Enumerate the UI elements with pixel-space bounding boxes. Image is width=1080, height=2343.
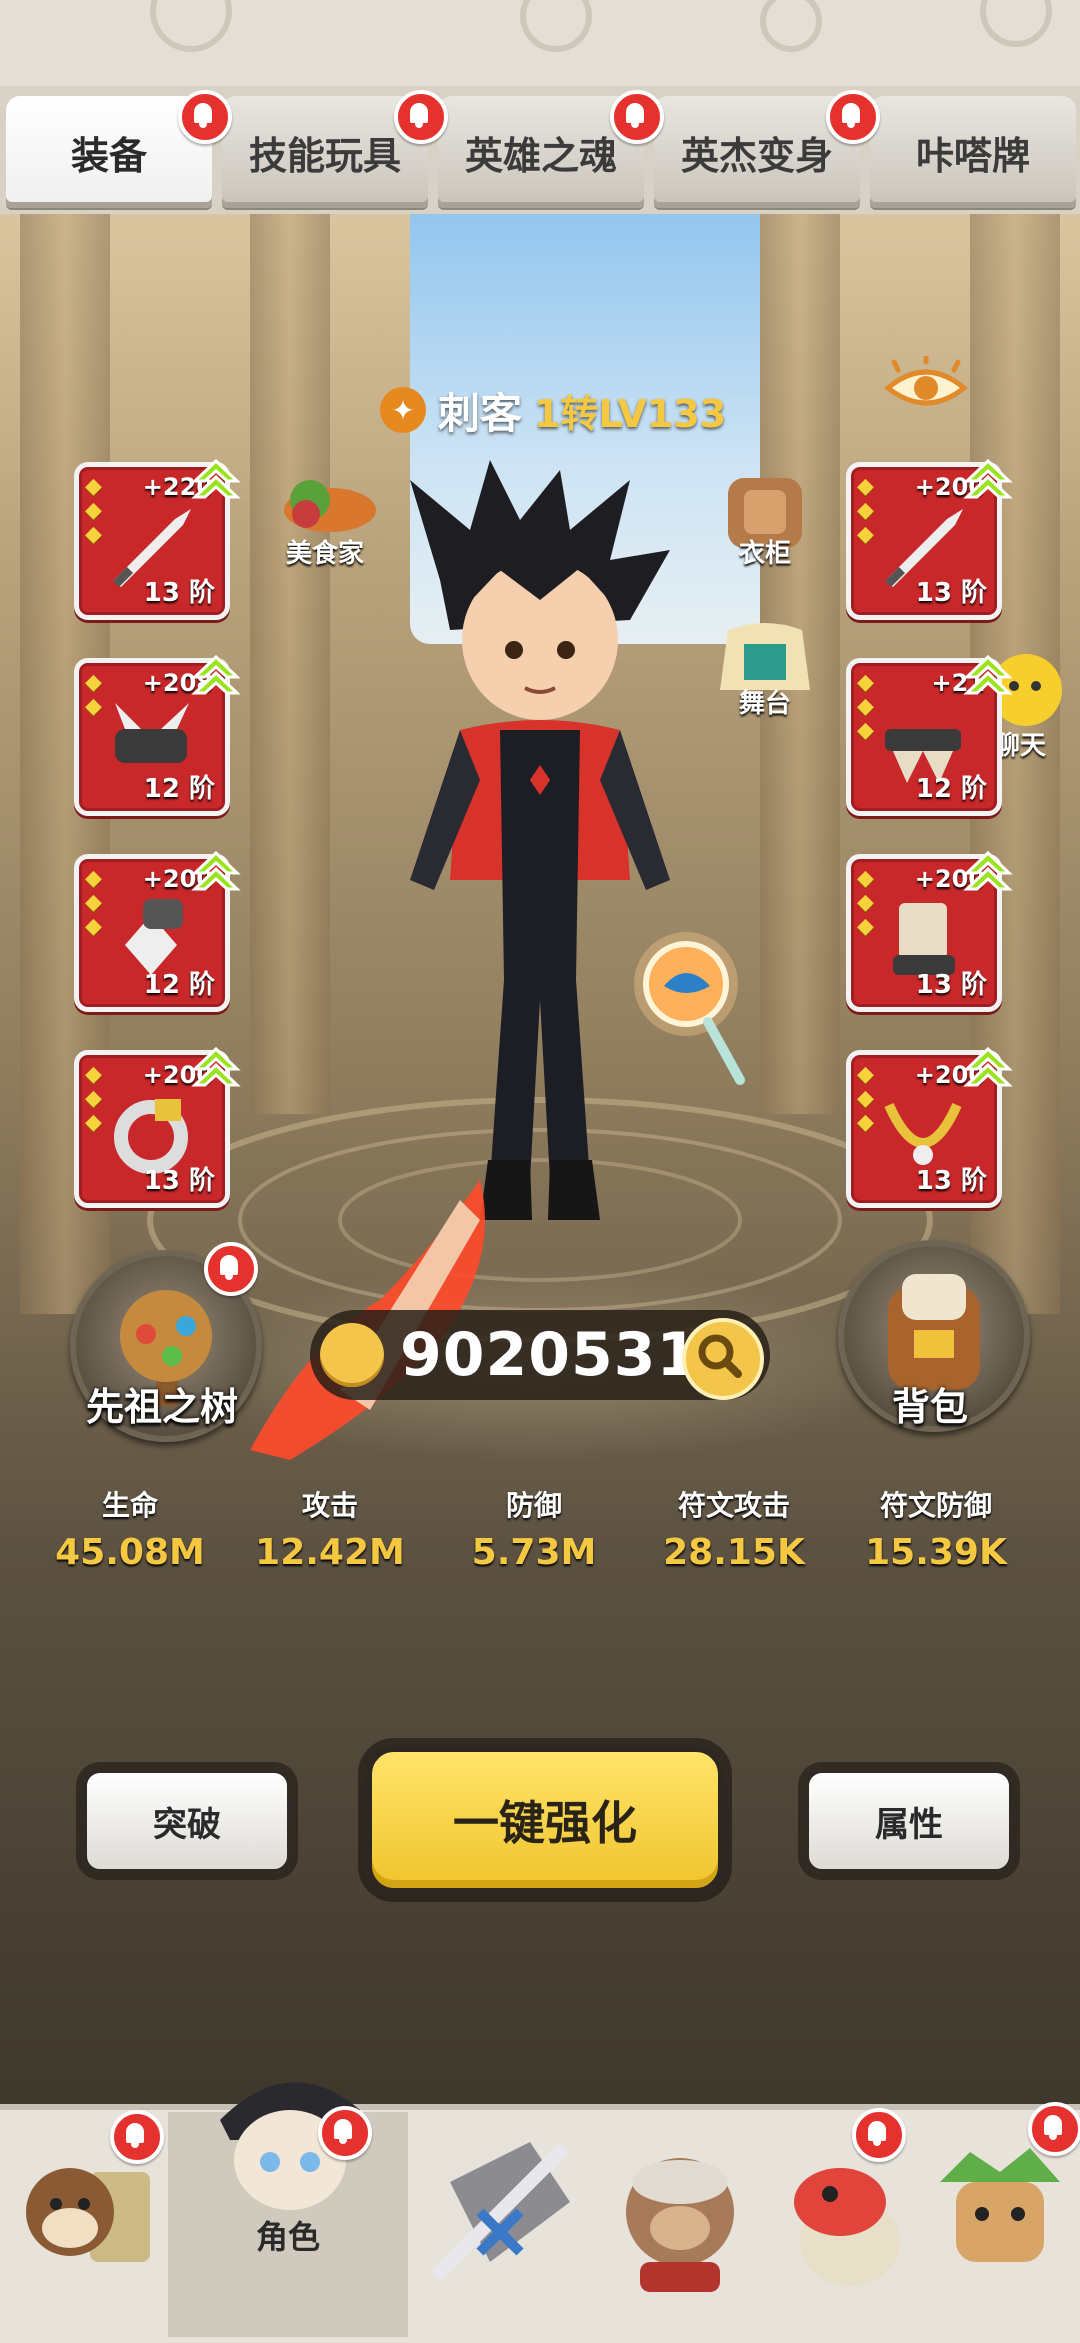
upgrade-arrow-icon — [191, 1046, 241, 1087]
notification-bell-icon — [394, 90, 448, 144]
star-icon: ◆ ◆ ◆ — [857, 474, 874, 547]
foodie-label: 美食家 — [285, 539, 364, 569]
equipment-slot[interactable]: ◆ ◆ ◆ +200 12 阶 — [74, 850, 241, 1012]
tier-label: 13 阶 — [915, 1166, 987, 1196]
tier-label: 12 阶 — [915, 774, 987, 804]
stat-label: 符文攻击 — [677, 1489, 790, 1522]
equipment-slot[interactable]: ◆ ◆ +208 12 阶 — [74, 654, 241, 816]
upgrade-arrow-icon — [963, 1046, 1013, 1087]
star-icon: ◆ ◆ — [85, 670, 102, 719]
tier-label: 13 阶 — [915, 578, 987, 608]
notification-bell-icon — [178, 90, 232, 144]
stat-rune-defense: 符文防御 15.39K — [836, 1484, 1036, 1573]
hero-level: 1转LV133 — [534, 391, 727, 436]
tier-label: 12 阶 — [143, 774, 215, 804]
stat-value: 12.42M — [255, 1532, 405, 1573]
stat-label: 防御 — [505, 1489, 562, 1522]
star-icon: ◆ ◆ ◆ — [85, 474, 102, 547]
star-icon: ◆ ◆ ◆ — [857, 670, 874, 743]
weapon-crest-icon — [433, 2142, 570, 2279]
coin-icon — [320, 1323, 384, 1387]
upgrade-arrow-icon — [963, 458, 1013, 499]
stat-value: 5.73M — [471, 1532, 597, 1573]
stat-rune-attack: 符文攻击 28.15K — [634, 1484, 834, 1573]
tab-bar: 装备 技能玩具 英雄之魂 英杰变身 咔嗒牌 — [0, 86, 1080, 214]
nav-dinosaur-pet[interactable] — [770, 2112, 930, 2312]
tab-label: 咔嗒牌 — [915, 133, 1030, 178]
stat-hp: 生命 45.08M — [30, 1484, 230, 1573]
nav-weapons[interactable] — [420, 2112, 580, 2312]
star-icon: ◆ ◆ ◆ — [857, 1062, 874, 1135]
stat-defense: 防御 5.73M — [434, 1484, 634, 1573]
tab-label: 英杰变身 — [680, 133, 833, 178]
staff-orb-icon — [634, 932, 745, 1085]
star-icon: ◆ ◆ ◆ — [85, 866, 102, 939]
stat-label: 攻击 — [301, 1489, 358, 1522]
upgrade-arrow-icon — [963, 654, 1013, 695]
tier-label: 13 阶 — [143, 1166, 215, 1196]
tab-label: 技能玩具 — [248, 133, 401, 178]
search-icon[interactable] — [682, 1318, 764, 1400]
top-decorative-band — [0, 0, 1080, 86]
backpack-label: 背包 — [892, 1385, 969, 1429]
ancestor-tree-label: 先祖之树 — [86, 1385, 239, 1429]
wardrobe-button[interactable]: 衣柜 — [710, 470, 820, 570]
equipment-slot[interactable]: ◆ ◆ ◆ +200 13 阶 — [846, 458, 1013, 620]
equipment-slot[interactable]: ◆ ◆ ◆ +21 12 阶 — [846, 654, 1013, 816]
tier-label: 12 阶 — [143, 970, 215, 1000]
star-icon: ◆ ◆ ◆ — [85, 1062, 102, 1135]
stat-attack: 攻击 12.42M — [230, 1484, 430, 1573]
notification-bell-icon — [1028, 2102, 1080, 2156]
notification-bell-icon — [826, 90, 880, 144]
hero-title: ✦ 刺客 1转LV133 — [380, 380, 726, 440]
breakthrough-button[interactable]: 突破 — [82, 1768, 292, 1874]
upgrade-arrow-icon — [191, 654, 241, 695]
notification-bell-icon — [610, 90, 664, 144]
food-icon — [284, 480, 376, 532]
temple-pillar — [250, 214, 330, 1114]
assassin-icon: ✦ — [380, 387, 426, 433]
notification-bell-icon — [110, 2110, 164, 2164]
tier-label: 13 阶 — [143, 578, 215, 608]
one-click-enhance-button[interactable]: 一键强化 — [366, 1746, 724, 1894]
eye-icon[interactable] — [884, 356, 968, 416]
upgrade-arrow-icon — [191, 850, 241, 891]
upgrade-arrow-icon — [191, 458, 241, 499]
nav-monkey-king[interactable] — [600, 2112, 760, 2312]
stat-label: 符文防御 — [879, 1489, 992, 1522]
gold-coin-display: 90205313 — [310, 1310, 770, 1400]
tab-click-cards[interactable]: 咔嗒牌 — [870, 96, 1076, 208]
notification-bell-icon — [204, 1242, 258, 1296]
nav-character-label: 角色 — [256, 2218, 321, 2256]
equipment-slot[interactable]: ◆ ◆ ◆ +220 13 阶 — [74, 458, 241, 620]
equipment-slot[interactable]: ◆ ◆ ◆ +200 13 阶 — [846, 850, 1013, 1012]
upgrade-arrow-icon — [963, 850, 1013, 891]
tab-label: 英雄之魂 — [464, 133, 617, 178]
stat-value: 28.15K — [663, 1532, 805, 1573]
equipment-slot[interactable]: ◆ ◆ ◆ +200 13 阶 — [846, 1046, 1013, 1208]
foodie-button[interactable]: 美食家 — [270, 470, 380, 570]
stat-value: 45.08M — [55, 1532, 205, 1573]
monkey-king-icon — [626, 2158, 734, 2292]
dinosaur-pet-icon — [794, 2168, 900, 2286]
stat-label: 生命 — [101, 1489, 158, 1522]
notification-bell-icon — [318, 2106, 372, 2160]
equipment-slot[interactable]: ◆ ◆ ◆ +200 13 阶 — [74, 1046, 241, 1208]
attributes-button[interactable]: 属性 — [804, 1768, 1014, 1874]
stat-value: 15.39K — [865, 1532, 1007, 1573]
hero-class-name: 刺客 — [438, 388, 523, 438]
stage-button[interactable]: 舞台 — [710, 620, 820, 720]
tab-label: 装备 — [70, 133, 147, 178]
tier-label: 13 阶 — [915, 970, 987, 1000]
star-icon: ◆ ◆ ◆ — [857, 866, 874, 939]
notification-bell-icon — [852, 2108, 906, 2162]
